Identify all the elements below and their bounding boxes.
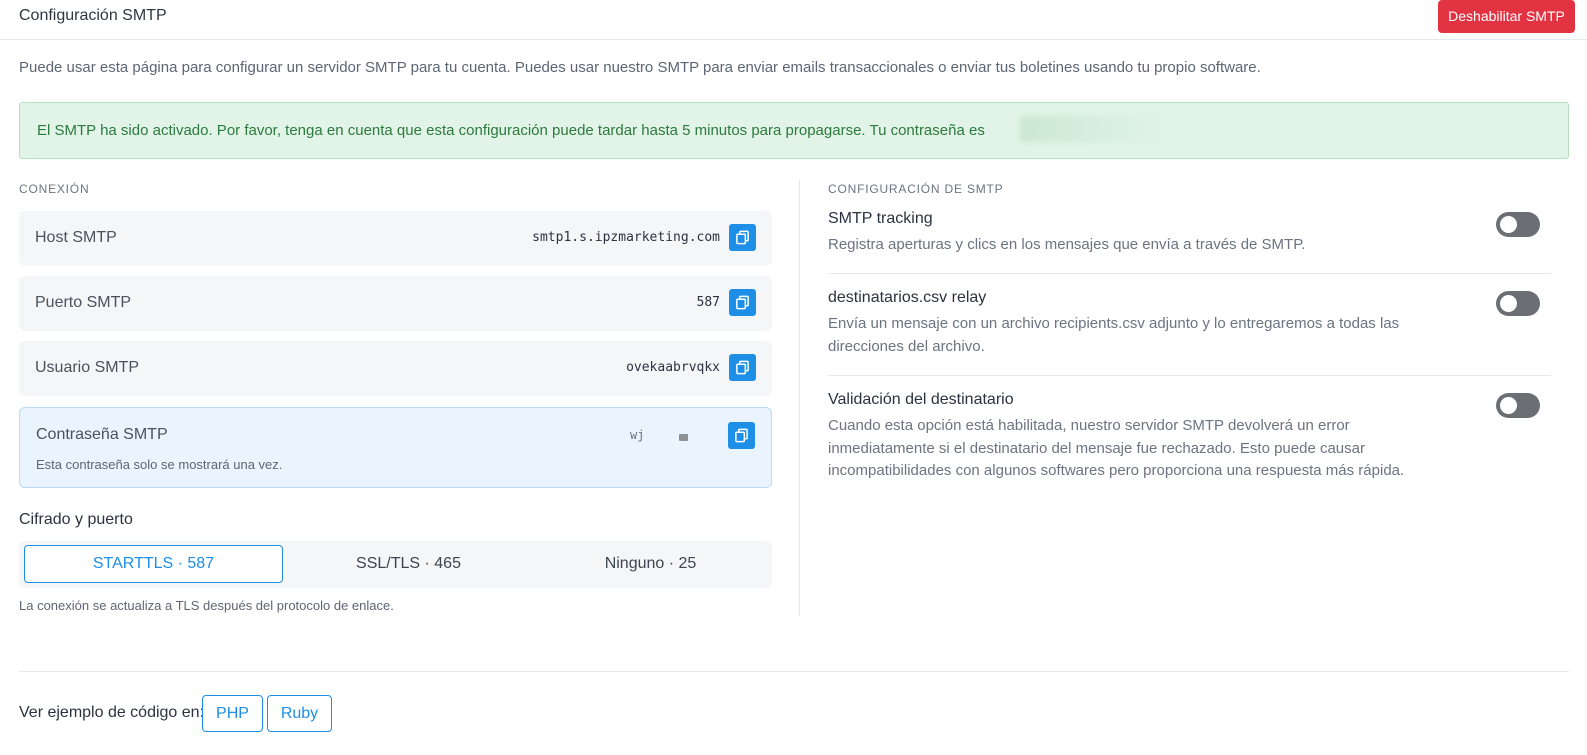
alert-message: El SMTP ha sido activado. Por favor, ten…	[37, 122, 985, 139]
setting-desc-tracking: Registra aperturas y clics en los mensaj…	[828, 236, 1306, 253]
setting-separator	[828, 273, 1551, 274]
user-label: Usuario SMTP	[35, 359, 140, 376]
password-value: wj	[630, 428, 645, 442]
connection-section-label: CONEXIÓN	[19, 182, 90, 196]
copy-host-button[interactable]	[729, 224, 756, 251]
copy-icon	[736, 360, 749, 375]
disable-smtp-button[interactable]: Deshabilitar SMTP	[1438, 0, 1575, 33]
bottom-separator	[19, 671, 1569, 672]
code-example-ruby-button[interactable]: Ruby	[267, 695, 332, 732]
cipher-note: La conexión se actualiza a TLS después d…	[19, 598, 394, 613]
setting-title-tracking: SMTP tracking	[828, 210, 933, 227]
redacted-password	[1020, 116, 1160, 142]
column-divider	[799, 180, 800, 616]
password-card: Contraseña SMTP wj Esta contraseña solo …	[19, 407, 772, 488]
cipher-option-ssl-tls[interactable]: SSL/TLS · 465	[279, 545, 538, 583]
password-label: Contraseña SMTP	[36, 426, 168, 443]
host-label: Host SMTP	[35, 229, 117, 246]
user-card: Usuario SMTP ovekaabrvqkx	[19, 341, 772, 396]
port-value: 587	[696, 295, 720, 310]
host-value: smtp1.s.ipzmarketing.com	[532, 230, 720, 245]
setting-desc-recipient-validation: Cuando esta opción está habilitada, nues…	[828, 417, 1405, 479]
copy-icon	[735, 428, 748, 443]
page-title: Configuración SMTP	[19, 7, 167, 24]
code-example-label: Ver ejemplo de código en:	[19, 704, 205, 721]
copy-icon	[736, 295, 749, 310]
copy-port-button[interactable]	[729, 289, 756, 316]
page-header: Configuración SMTP Deshabilitar SMTP	[0, 0, 1587, 40]
intro-text: Puede usar esta página para configurar u…	[19, 59, 1261, 76]
port-label: Puerto SMTP	[35, 294, 132, 311]
host-card: Host SMTP smtp1.s.ipzmarketing.com	[19, 211, 772, 266]
cipher-title: Cifrado y puerto	[19, 511, 133, 528]
setting-desc-csv-relay: Envía un mensaje con un archivo recipien…	[828, 315, 1400, 355]
setting-title-recipient-validation: Validación del destinatario	[828, 391, 1014, 408]
csv-relay-toggle[interactable]	[1496, 291, 1540, 316]
copy-user-button[interactable]	[729, 354, 756, 381]
setting-separator	[828, 375, 1551, 376]
recipient-validation-toggle[interactable]	[1496, 393, 1540, 418]
success-alert: El SMTP ha sido activado. Por favor, ten…	[19, 102, 1569, 159]
smtp-settings-section-label: CONFIGURACIÓN DE SMTP	[828, 182, 1004, 196]
copy-icon	[736, 230, 749, 245]
copy-password-button[interactable]	[728, 422, 755, 449]
tracking-toggle[interactable]	[1496, 212, 1540, 237]
password-note: Esta contraseña solo se mostrará una vez…	[36, 457, 283, 472]
port-card: Puerto SMTP 587	[19, 276, 772, 331]
cipher-option-starttls[interactable]: STARTTLS · 587	[24, 545, 283, 583]
password-obscured-glyph	[679, 434, 688, 441]
cipher-option-none[interactable]: Ninguno · 25	[521, 545, 780, 583]
user-value: ovekaabrvqkx	[626, 360, 720, 375]
code-example-php-button[interactable]: PHP	[202, 695, 263, 732]
setting-title-csv-relay: destinatarios.csv relay	[828, 289, 987, 306]
cipher-segmented-control: STARTTLS · 587 SSL/TLS · 465 Ninguno · 2…	[19, 541, 772, 588]
